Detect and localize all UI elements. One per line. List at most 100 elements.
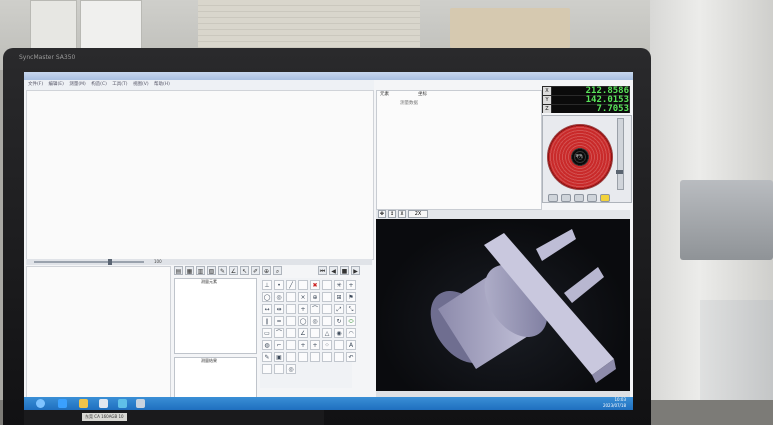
app-icon[interactable] <box>118 399 127 408</box>
tab-elements[interactable]: 元素 <box>380 91 389 97</box>
blank-tool[interactable] <box>322 280 332 290</box>
report-pane[interactable] <box>26 266 171 402</box>
ring-tool-icon[interactable]: ◎ <box>310 316 320 326</box>
dot-tool-icon[interactable]: • <box>274 280 284 290</box>
pen-tool-icon[interactable]: ✎ <box>262 352 272 362</box>
light-button[interactable] <box>587 194 597 202</box>
blank-tool[interactable] <box>286 292 296 302</box>
blank-tool[interactable] <box>298 352 308 362</box>
blank-tool[interactable] <box>322 304 332 314</box>
crosshair-icon[interactable]: ⊕ <box>310 292 320 302</box>
menu-item[interactable]: 编辑(E) <box>49 82 64 87</box>
target-tool-icon[interactable]: ◎ <box>274 292 284 302</box>
light-intensity-slider[interactable] <box>617 118 624 190</box>
target-tool-icon[interactable]: ◎ <box>286 364 296 374</box>
cursor-icon[interactable]: ↖ <box>240 266 249 275</box>
arrows-tool-icon[interactable]: ↔ <box>262 304 272 314</box>
blank-tool[interactable] <box>334 352 344 362</box>
star-tool-icon[interactable]: ✳ <box>334 280 344 290</box>
pen-icon[interactable]: ✐ <box>251 266 260 275</box>
globe-tool-icon[interactable]: ◍ <box>262 340 272 350</box>
plus-tool-icon[interactable]: + <box>346 280 356 290</box>
measure-app-icon[interactable] <box>136 399 145 408</box>
zoom-slider-track[interactable] <box>34 261 144 263</box>
blank-tool[interactable] <box>310 352 320 362</box>
blank-tool[interactable] <box>298 280 308 290</box>
menu-item[interactable]: 视图(V) <box>133 82 149 87</box>
search-icon[interactable]: ⌕ <box>273 266 282 275</box>
folder-icon[interactable] <box>79 399 88 408</box>
blank-tool[interactable] <box>322 316 332 326</box>
menu-item[interactable]: 构造(C) <box>91 82 107 87</box>
menu-item[interactable]: 文件(F) <box>28 82 43 87</box>
point-tool-icon[interactable]: ⊥ <box>262 280 272 290</box>
move-icon[interactable]: ✥ <box>378 210 386 218</box>
open-icon[interactable]: ▤ <box>174 266 183 275</box>
dimension-tool-icon[interactable]: ⌐ <box>274 340 284 350</box>
parallel-tool-icon[interactable]: ∥ <box>262 316 272 326</box>
graphics-area[interactable] <box>26 90 374 260</box>
blank-tool[interactable] <box>286 328 296 338</box>
vertical-icon[interactable]: ↕ <box>388 210 396 218</box>
slot-tool-icon[interactable]: ▭ <box>262 328 272 338</box>
menu-item[interactable]: 工具(T) <box>112 82 127 87</box>
cone-tool-icon[interactable]: △ <box>322 328 332 338</box>
frame-tool-icon[interactable]: ▣ <box>274 352 284 362</box>
next-icon[interactable]: ▶ <box>351 266 360 275</box>
plus-tool-icon[interactable]: + <box>298 304 308 314</box>
light-button[interactable] <box>600 194 610 202</box>
curve-tool-icon[interactable]: ⌒ <box>310 304 320 314</box>
text-tool-icon[interactable]: A <box>346 340 356 350</box>
cross-tool-icon[interactable]: × <box>298 292 308 302</box>
grid-tool-icon[interactable]: ⊞ <box>334 292 344 302</box>
window-titlebar[interactable] <box>24 72 633 80</box>
elements-list[interactable] <box>174 278 257 354</box>
light-button[interactable] <box>548 194 558 202</box>
flag-tool-icon[interactable]: ⚑ <box>346 292 356 302</box>
print-icon[interactable]: ▥ <box>196 266 205 275</box>
arc-tool-icon[interactable]: ⌒ <box>274 328 284 338</box>
image-icon[interactable]: ▧ <box>207 266 216 275</box>
stop-icon[interactable]: ■ <box>340 266 349 275</box>
app-icon[interactable] <box>99 399 108 408</box>
blank-tool[interactable] <box>262 364 272 374</box>
save-icon[interactable]: ▦ <box>185 266 194 275</box>
blank-tool[interactable] <box>286 352 296 362</box>
zoom-in-icon[interactable]: ⊕ <box>262 266 271 275</box>
browser-icon[interactable] <box>58 399 67 408</box>
plus-tool-icon[interactable]: + <box>310 340 320 350</box>
diagonal-tool-icon[interactable]: ⤢ <box>334 304 344 314</box>
arc-tool-icon[interactable]: ◠ <box>346 328 356 338</box>
tab-coordinates[interactable]: 坐标 <box>418 91 427 97</box>
first-icon[interactable]: ⏮ <box>318 266 327 275</box>
zoom-slider-thumb[interactable] <box>108 259 112 265</box>
circle-tool-icon[interactable]: ◯ <box>298 316 308 326</box>
blank-tool[interactable] <box>310 328 320 338</box>
prev-icon[interactable]: ◀ <box>329 266 338 275</box>
ellipse-tool-icon[interactable]: ⬭ <box>346 316 356 326</box>
blank-tool[interactable] <box>334 340 344 350</box>
light-intensity-thumb[interactable] <box>616 170 623 174</box>
rotate-tool-icon[interactable]: ↻ <box>334 316 344 326</box>
camera-view[interactable] <box>376 219 630 391</box>
blank-tool[interactable] <box>322 292 332 302</box>
menu-item[interactable]: 帮助(H) <box>154 82 170 87</box>
angle-icon[interactable]: ∠ <box>229 266 238 275</box>
width-tool-icon[interactable]: ⇹ <box>274 304 284 314</box>
light-button[interactable] <box>574 194 584 202</box>
zoom-select[interactable]: 2X <box>408 210 428 218</box>
edit-icon[interactable]: ✎ <box>218 266 227 275</box>
line-tool-icon[interactable]: ╱ <box>286 280 296 290</box>
target-tool-icon[interactable]: ◉ <box>334 328 344 338</box>
start-icon[interactable] <box>36 399 45 408</box>
blank-tool[interactable] <box>322 352 332 362</box>
menu-item[interactable]: 测量(M) <box>69 82 85 87</box>
circle-tool-icon[interactable]: ◯ <box>262 292 272 302</box>
system-tray[interactable]: 10:03 2023/07/18 <box>542 397 626 409</box>
light-button[interactable] <box>561 194 571 202</box>
blank-tool[interactable] <box>286 304 296 314</box>
diagonal-tool-icon[interactable]: ⤡ <box>346 304 356 314</box>
split-icon[interactable]: ⊻ <box>398 210 406 218</box>
angle-tool-icon[interactable]: ∠ <box>298 328 308 338</box>
blank-tool[interactable] <box>286 340 296 350</box>
